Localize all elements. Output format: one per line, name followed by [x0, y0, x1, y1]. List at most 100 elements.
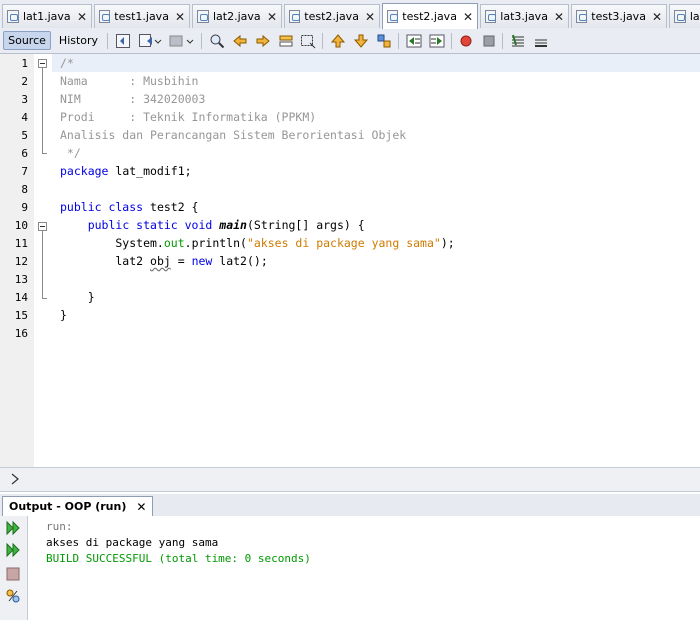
java-file-icon — [99, 10, 111, 23]
uncomment-icon[interactable] — [533, 33, 549, 49]
line-number: 10 — [14, 219, 28, 232]
breadcrumb — [0, 467, 700, 492]
code-text: lat2 — [60, 254, 151, 268]
code-text: test2 { — [143, 200, 199, 214]
collapse-icon[interactable] — [38, 222, 47, 231]
find-next-icon[interactable] — [255, 33, 271, 49]
line-number: 5 — [21, 129, 28, 142]
unused-variable: obj — [150, 254, 171, 268]
start-macro-recording-icon[interactable] — [458, 33, 474, 49]
chevron-down-icon[interactable] — [154, 33, 162, 49]
stop-icon[interactable] — [5, 566, 21, 582]
next-bookmark-icon[interactable] — [353, 33, 369, 49]
tab-test1-java[interactable]: test1.java ✕ — [94, 4, 190, 28]
tab-label: lat1.java — [23, 10, 71, 23]
keyword: new — [191, 254, 213, 268]
find-previous-icon[interactable] — [232, 33, 248, 49]
rerun-with-options-icon[interactable] — [5, 542, 21, 558]
line-number: 6 — [21, 147, 28, 160]
collapse-icon[interactable] — [38, 59, 47, 68]
source-button[interactable]: Source — [3, 31, 51, 50]
code-text: .println( — [184, 236, 247, 250]
close-icon[interactable]: ✕ — [261, 10, 277, 24]
tab-lat1-java[interactable]: lat1.java ✕ — [2, 4, 92, 28]
code-text: lat2(); — [212, 254, 268, 268]
toolbar-separator — [201, 33, 202, 49]
java-file-icon — [674, 10, 686, 23]
tab-label: test3.java — [591, 10, 646, 23]
java-file-icon — [576, 10, 588, 23]
method-name: main — [219, 218, 247, 232]
history-button[interactable]: History — [55, 31, 102, 50]
close-icon[interactable]: ✕ — [548, 10, 564, 24]
java-file-icon — [289, 10, 301, 23]
close-icon[interactable]: ✕ — [457, 10, 473, 24]
output-console[interactable]: run: akses di package yang sama BUILD SU… — [28, 516, 700, 620]
code-text: ); — [440, 236, 455, 250]
keyword: public class — [60, 200, 144, 214]
toolbar-separator — [451, 33, 452, 49]
code-line-11: System.out.println("akses di package yan… — [60, 234, 455, 252]
code-editor[interactable]: /* Nama : Musbihin NIM : 342020003 Prodi… — [52, 54, 700, 467]
fold-guide — [42, 231, 43, 298]
forward-icon[interactable] — [168, 33, 184, 49]
last-edit-icon[interactable] — [115, 33, 131, 49]
toggle-highlight-icon[interactable] — [278, 33, 294, 49]
line-number: 3 — [21, 93, 28, 106]
code-line-5: Analisis dan Perancangan Sistem Berorien… — [60, 128, 407, 142]
tab-lat3-java[interactable]: lat3.java ✕ — [480, 4, 569, 28]
previous-bookmark-icon[interactable] — [330, 33, 346, 49]
tab-lat2-java[interactable]: lat2.java ✕ — [192, 4, 282, 28]
comment-icon[interactable] — [510, 33, 526, 49]
tab-test3-java[interactable]: test3.java ✕ — [571, 4, 667, 28]
tab-lat-truncated[interactable]: lat — [669, 4, 700, 28]
line-number: 13 — [14, 273, 28, 286]
close-icon[interactable]: ✕ — [359, 10, 375, 24]
fold-guide — [42, 68, 43, 153]
back-icon[interactable] — [138, 33, 154, 49]
output-tab-label: Output - OOP (run) — [9, 500, 127, 513]
string-literal: "akses di package yang sama" — [246, 236, 441, 250]
tab-output-oop-run[interactable]: Output - OOP (run) ✕ — [2, 496, 154, 516]
find-icon[interactable] — [209, 33, 225, 49]
tab-label: test1.java — [114, 10, 169, 23]
tab-test2-java-active[interactable]: test2.java ✕ — [382, 3, 478, 29]
line-number: 1 — [21, 57, 28, 70]
shift-left-icon[interactable] — [406, 33, 422, 49]
rerun-icon[interactable] — [5, 520, 21, 536]
chevron-right-icon[interactable] — [8, 472, 22, 486]
output-line-run: run: — [46, 520, 73, 533]
toolbar-separator — [502, 33, 503, 49]
toolbar-separator — [322, 33, 323, 49]
output-line-build-status: BUILD SUCCESSFUL (total time: 0 seconds) — [46, 552, 311, 565]
code-text: lat_modif1; — [108, 164, 192, 178]
line-number: 8 — [21, 183, 28, 196]
toggle-bookmark-icon[interactable] — [376, 33, 392, 49]
line-number: 15 — [14, 309, 28, 322]
code-line-2: Nama : Musbihin — [60, 74, 199, 88]
shift-right-icon[interactable] — [429, 33, 445, 49]
close-icon[interactable]: ✕ — [169, 10, 185, 24]
code-text: (String[] args) { — [246, 218, 365, 232]
line-number: 12 — [14, 255, 28, 268]
select-rectangle-icon[interactable] — [300, 33, 316, 49]
chevron-down-icon[interactable] — [186, 33, 194, 49]
close-icon[interactable]: ✕ — [136, 500, 146, 514]
line-number: 4 — [21, 111, 28, 124]
close-icon[interactable]: ✕ — [646, 10, 662, 24]
keyword: public static void — [87, 218, 213, 232]
output-tab-bar: Output - OOP (run) ✕ — [0, 494, 700, 517]
line-number: 7 — [21, 165, 28, 178]
current-line-highlight — [52, 54, 700, 72]
close-icon[interactable]: ✕ — [71, 10, 87, 24]
stop-macro-recording-icon[interactable] — [481, 33, 497, 49]
java-file-icon — [197, 10, 209, 23]
code-line-7: package lat_modif1; — [60, 162, 192, 180]
output-settings-icon[interactable] — [5, 588, 21, 604]
output-line-message: akses di package yang sama — [46, 536, 219, 549]
toolbar-separator — [398, 33, 399, 49]
code-line-4: Prodi : Teknik Informatika (PPKM) — [60, 110, 317, 124]
fold-guide — [42, 153, 47, 154]
tab-test2-java[interactable]: test2.java ✕ — [284, 4, 380, 28]
